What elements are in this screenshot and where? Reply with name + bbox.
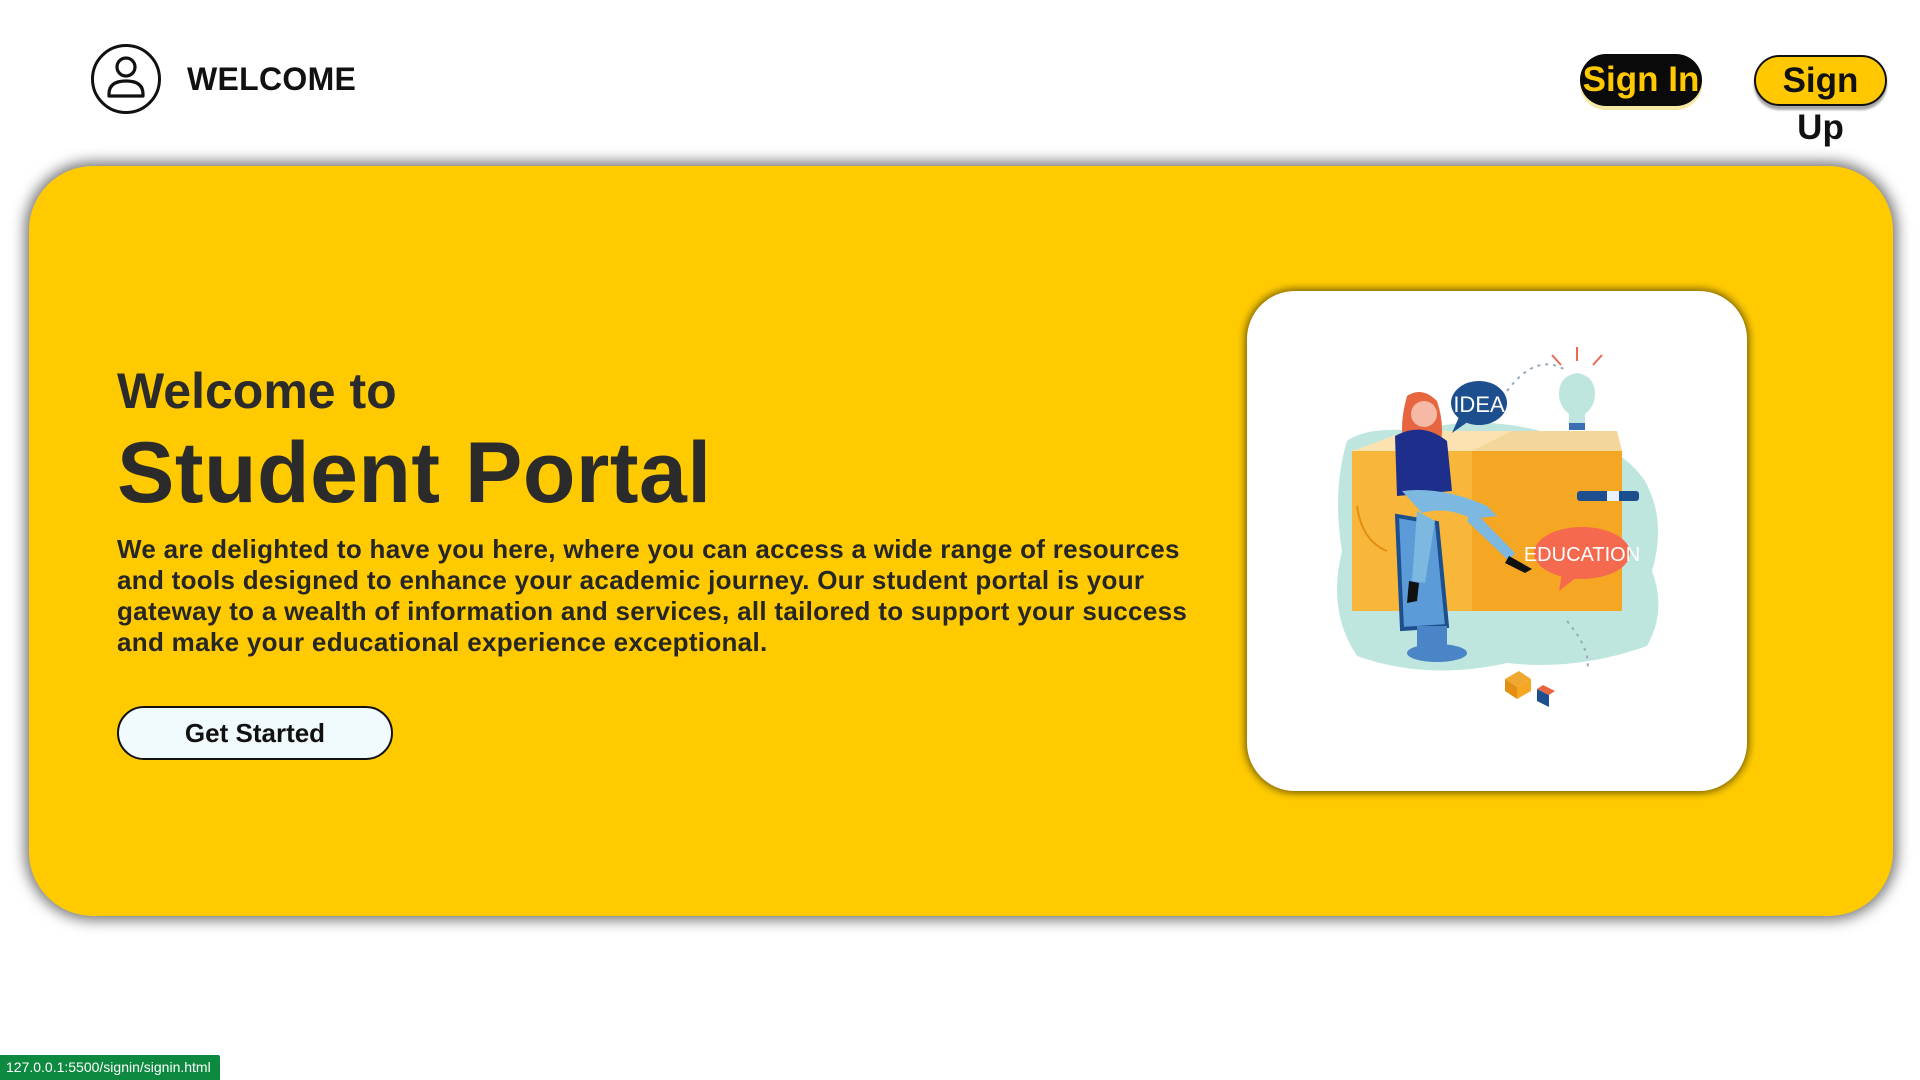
hero-title: Student Portal <box>117 425 712 521</box>
education-bubble-text: EDUCATION <box>1524 544 1640 566</box>
illustration-card: IDEA EDUCATION <box>1247 291 1747 791</box>
sign-up-button[interactable]: Sign Up <box>1754 55 1887 147</box>
welcome-label: WELCOME <box>187 61 357 97</box>
hero-card: Welcome to Student Portal We are delight… <box>29 166 1893 916</box>
top-header: WELCOME Sign In Sign Up <box>0 0 1920 150</box>
page: WELCOME Sign In Sign Up Welcome to Stude… <box>0 0 1920 1080</box>
hero-subtitle: Welcome to <box>117 363 397 419</box>
idea-bubble-text: IDEA <box>1453 392 1505 417</box>
sign-in-button[interactable]: Sign In <box>1580 54 1702 106</box>
hero-description: We are delighted to have you here, where… <box>117 534 1188 657</box>
user-circle-icon[interactable] <box>90 43 162 115</box>
status-bar-url: 127.0.0.1:5500/signin/signin.html <box>0 1055 220 1080</box>
student-education-illustration: IDEA EDUCATION <box>1337 347 1659 707</box>
get-started-button[interactable]: Get Started <box>117 706 393 760</box>
